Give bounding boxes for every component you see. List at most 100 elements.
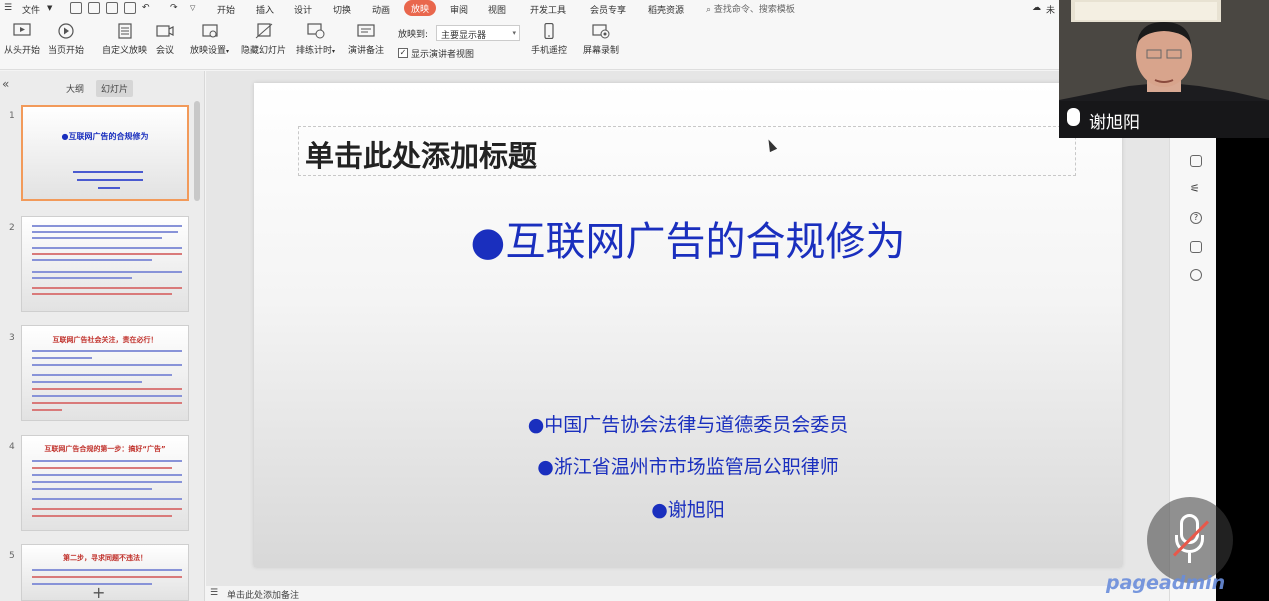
- thumbnail-line: [32, 277, 132, 279]
- display-select[interactable]: 主要显示器 ▾: [436, 25, 520, 41]
- from-start-label: 从头开始: [4, 46, 41, 56]
- cloud-status-label: 未: [1046, 6, 1056, 16]
- slide-number: 1: [9, 111, 15, 121]
- quick-access-more-icon[interactable]: ▽: [190, 4, 195, 12]
- title-placeholder-box[interactable]: 单击此处添加标题: [298, 126, 1076, 176]
- settings-gear-icon: [201, 24, 218, 38]
- screen-record-icon: [592, 24, 610, 39]
- tab-outline[interactable]: 大纲: [61, 80, 89, 97]
- tab-slides[interactable]: 幻灯片: [96, 80, 134, 97]
- webcam-video: 谢旭阳: [1059, 0, 1269, 138]
- screen-record-label: 屏幕录制: [583, 46, 620, 56]
- slide-thumbnail[interactable]: 互联网广告社会关注，责在必行！: [21, 325, 189, 421]
- sidebar-window-icon[interactable]: [1190, 155, 1202, 167]
- tab-transition[interactable]: 切换: [333, 3, 351, 16]
- cloud-icon[interactable]: ☁: [1032, 3, 1041, 13]
- tab-design[interactable]: 设计: [294, 3, 312, 16]
- thumbnail-line: [32, 357, 92, 359]
- tab-developer[interactable]: 开发工具: [530, 3, 566, 16]
- hamburger-menu-icon[interactable]: ☰: [4, 3, 12, 13]
- slide-thumbnail[interactable]: ●互联网广告的合规修为: [21, 105, 189, 201]
- image-settings-icon[interactable]: [1190, 241, 1202, 253]
- rehearse-timing-button[interactable]: 排练计时▾: [296, 23, 335, 56]
- presenter-view-label: 显示演讲者视图: [411, 50, 475, 60]
- notes-bar[interactable]: ☰ 单击此处添加备注: [206, 586, 1169, 601]
- meeting-button[interactable]: 会议: [156, 23, 174, 56]
- thumbnail-line: [32, 231, 178, 233]
- current-slide[interactable]: 单击此处添加标题 ●互联网广告的合规修为 ●中国广告协会法律与道德委员会委员 ●…: [254, 83, 1122, 567]
- thumbnail-line: [32, 374, 172, 376]
- thumbnail-line: [32, 576, 182, 578]
- watermark: pageadmin: [1106, 572, 1226, 594]
- slide-number: 2: [9, 223, 15, 233]
- export-icon[interactable]: [88, 2, 100, 14]
- slide-thumbnail[interactable]: [21, 216, 189, 312]
- phone-remote-label: 手机遥控: [531, 46, 568, 56]
- help-icon[interactable]: ?: [1190, 212, 1202, 224]
- tab-home[interactable]: 开始: [217, 3, 235, 16]
- speaker-notes-icon: [357, 24, 375, 37]
- file-menu-chevron-icon[interactable]: ▼: [47, 4, 52, 12]
- search-placeholder: 查找命令、搜索模板: [713, 5, 795, 15]
- thumbnail-line: [32, 409, 62, 411]
- slide-number: 4: [9, 442, 15, 452]
- meeting-icon: [156, 25, 174, 37]
- hide-slide-button[interactable]: 隐藏幻灯片: [241, 23, 286, 56]
- microphone-icon: [1067, 108, 1080, 126]
- thumbnail-line: [32, 515, 172, 517]
- phone-remote-button[interactable]: 手机遥控: [531, 23, 567, 56]
- sliders-icon[interactable]: ⚟: [1190, 183, 1202, 195]
- thumbnail-line: [32, 569, 182, 571]
- play-current-icon: [58, 23, 74, 39]
- thumbnail-line: [32, 293, 172, 295]
- thumbnail-line: [98, 187, 120, 189]
- thumbnail-line: [32, 364, 182, 366]
- speaker-notes-button[interactable]: 演讲备注: [348, 23, 384, 56]
- from-current-label: 当页开始: [48, 46, 85, 56]
- undo-icon[interactable]: ↶: [142, 3, 150, 13]
- add-slide-button[interactable]: +: [92, 583, 105, 601]
- from-current-button[interactable]: 当页开始: [48, 23, 84, 56]
- thumbnail-line: [32, 508, 182, 510]
- thumbnail-line: [32, 467, 172, 469]
- hide-slide-icon: [255, 23, 272, 39]
- shape-icon[interactable]: [1190, 269, 1202, 281]
- mute-microphone-button[interactable]: [1147, 497, 1233, 583]
- thumbnail-line: [32, 271, 182, 273]
- tab-animation[interactable]: 动画: [372, 3, 390, 16]
- file-menu[interactable]: 文件: [22, 3, 40, 16]
- microphone-leg-icon: [1188, 553, 1191, 563]
- tab-review[interactable]: 审阅: [450, 3, 468, 16]
- screen-record-button[interactable]: 屏幕录制: [583, 23, 619, 56]
- tab-insert[interactable]: 插入: [256, 3, 274, 16]
- speaker-notes-label: 演讲备注: [348, 46, 385, 56]
- preview-icon[interactable]: [124, 2, 136, 14]
- slide-subtitle-line: ●浙江省温州市市场监管局公职律师: [537, 456, 839, 478]
- phone-icon: [544, 23, 554, 39]
- show-settings-label: 放映设置: [190, 46, 227, 56]
- command-search[interactable]: ⌕ 查找命令、搜索模板: [706, 2, 795, 15]
- from-start-button[interactable]: 从头开始: [4, 23, 40, 56]
- redo-icon[interactable]: ↷: [170, 3, 178, 13]
- tab-slideshow[interactable]: 放映: [404, 0, 437, 16]
- thumbnail-line: [73, 171, 143, 173]
- panel-scrollbar[interactable]: [194, 101, 200, 201]
- thumbnail-title: 互联网广告合规的第一步：搞好“广告”: [44, 445, 166, 453]
- slide-main-title: ●互联网广告的合规修为: [470, 219, 906, 265]
- display-select-value: 主要显示器: [441, 31, 487, 41]
- chevron-down-icon: ▾: [512, 29, 516, 37]
- tab-member[interactable]: 会员专享: [590, 3, 626, 16]
- slide-subtitle-line: ●中国广告协会法律与道德委员会委员: [527, 414, 849, 436]
- presenter-name: 谢旭阳: [1089, 113, 1140, 133]
- print-icon[interactable]: [106, 2, 118, 14]
- presenter-view-checkbox[interactable]: ✓: [398, 48, 408, 58]
- collapse-panel-icon[interactable]: «: [2, 77, 9, 91]
- thumbnail-line: [32, 225, 182, 227]
- tab-view[interactable]: 视图: [488, 3, 506, 16]
- show-settings-button[interactable]: 放映设置▾: [190, 23, 229, 56]
- slide-thumbnail[interactable]: 互联网广告合规的第一步：搞好“广告”: [21, 435, 189, 531]
- custom-show-button[interactable]: 自定义放映: [102, 23, 147, 56]
- thumbnail-line: [32, 474, 182, 476]
- tab-docer-resources[interactable]: 稻壳资源: [648, 3, 684, 16]
- save-icon[interactable]: [70, 2, 82, 14]
